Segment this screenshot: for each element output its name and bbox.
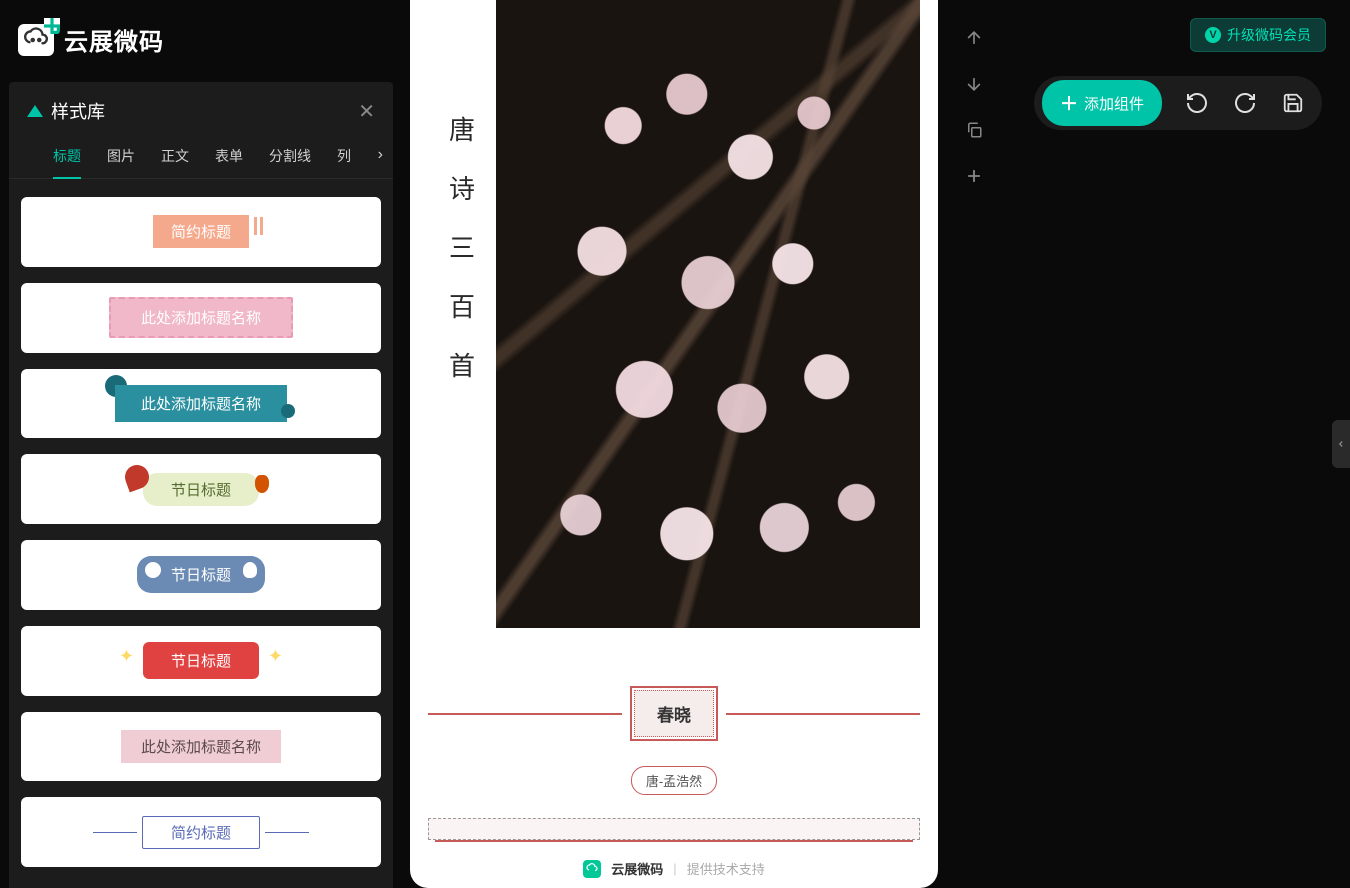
style-item[interactable]: 简约标题 [21, 197, 381, 267]
chevron-right-icon[interactable]: › [378, 146, 383, 164]
style-item[interactable]: 节日标题 [21, 454, 381, 524]
qr-badge-icon [44, 18, 60, 34]
page-canvas[interactable]: 唐 诗 三 百 首 春晓 唐-孟浩然 云展微码 | 提供技术支持 [410, 0, 938, 888]
brand-name: 云展微码 [64, 22, 164, 57]
style-item[interactable]: 节日标题 [21, 540, 381, 610]
close-icon[interactable]: ✕ [358, 99, 375, 124]
hero-image[interactable] [496, 0, 920, 628]
upgrade-button[interactable]: V 升级微码会员 [1190, 18, 1326, 52]
canvas-toolbar [956, 26, 992, 188]
panel-title: 样式库 [27, 98, 105, 124]
style-item[interactable]: 此处添加标题名称 [21, 369, 381, 439]
tab-form[interactable]: 表单 [215, 138, 243, 178]
footer-brand: 云展微码 [611, 859, 663, 878]
save-icon[interactable] [1280, 90, 1306, 116]
poem-author[interactable]: 唐-孟浩然 [410, 766, 938, 795]
footer-logo-icon [583, 860, 601, 878]
poem-title: 春晓 [634, 690, 714, 737]
style-item[interactable]: 此处添加标题名称 [21, 712, 381, 782]
copy-icon[interactable] [962, 118, 986, 142]
move-down-icon[interactable] [962, 72, 986, 96]
poem-title-row[interactable]: 春晓 [428, 686, 920, 741]
drawer-handle[interactable] [1332, 420, 1350, 468]
tab-image[interactable]: 图片 [107, 138, 135, 178]
style-tabs: 标题 图片 正文 表单 分割线 列 › [9, 138, 393, 179]
style-library-panel: 样式库 ✕ 标题 图片 正文 表单 分割线 列 › 简约标题 此处添加标题名称 … [9, 82, 393, 888]
style-item[interactable]: 此处添加标题名称 [21, 283, 381, 353]
logo-icon [18, 24, 54, 56]
style-item[interactable]: 节日标题 [21, 626, 381, 696]
triangle-icon [27, 105, 43, 117]
canvas-column: 唐 诗 三 百 首 春晓 唐-孟浩然 云展微码 | 提供技术支持 [398, 0, 950, 888]
tab-column[interactable]: 列 [337, 138, 351, 178]
style-list: 简约标题 此处添加标题名称 此处添加标题名称 节日标题 节日标题 节日标题 此处… [9, 179, 393, 885]
add-component-button[interactable]: ＋ 添加组件 [1042, 80, 1162, 126]
add-icon[interactable] [962, 164, 986, 188]
content-placeholder[interactable] [428, 818, 920, 840]
redo-icon[interactable] [1232, 90, 1258, 116]
app-header: 云展微码 [18, 22, 164, 57]
footer-tag: 提供技术支持 [687, 859, 765, 878]
tab-title[interactable]: 标题 [53, 138, 81, 178]
upgrade-label: 升级微码会员 [1227, 25, 1311, 45]
style-item[interactable]: 简约标题 [21, 797, 381, 867]
plus-icon: ＋ [1060, 90, 1078, 116]
undo-icon[interactable] [1184, 90, 1210, 116]
vip-badge-icon: V [1205, 27, 1221, 43]
tab-divider[interactable]: 分割线 [269, 138, 311, 178]
vertical-title: 唐 诗 三 百 首 [428, 0, 496, 628]
tab-body[interactable]: 正文 [161, 138, 189, 178]
action-bar: ＋ 添加组件 [1034, 76, 1322, 130]
move-up-icon[interactable] [962, 26, 986, 50]
canvas-footer: 云展微码 | 提供技术支持 [410, 859, 938, 878]
